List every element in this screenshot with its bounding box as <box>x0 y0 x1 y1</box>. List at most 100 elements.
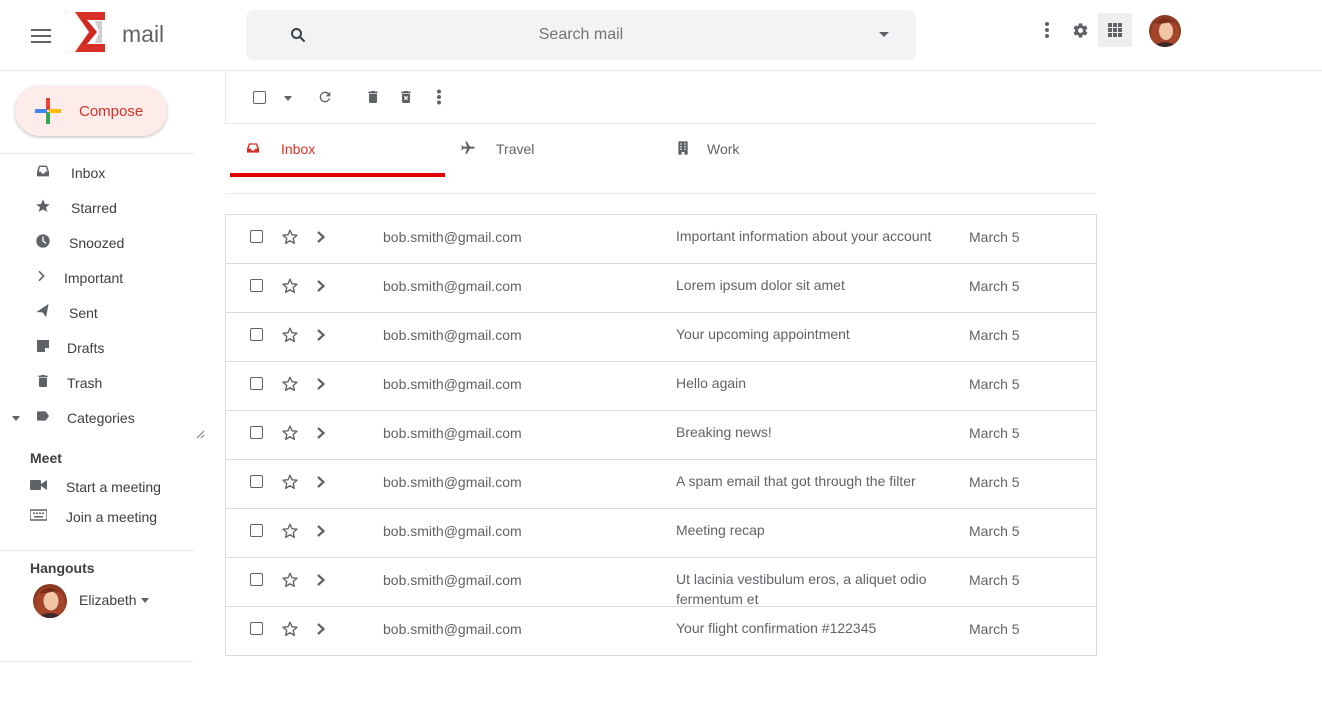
hangouts-dropdown-caret-icon[interactable] <box>141 598 149 603</box>
email-row[interactable]: bob.smith@gmail.com A spam email that go… <box>225 459 1097 509</box>
inbox-icon <box>37 165 49 177</box>
email-row[interactable]: bob.smith@gmail.com Your upcoming appoin… <box>225 312 1097 362</box>
email-checkbox[interactable] <box>250 377 263 390</box>
delete-icon[interactable] <box>365 89 381 105</box>
email-date: March 5 <box>969 621 1020 637</box>
email-checkbox[interactable] <box>250 279 263 292</box>
star-outline-icon[interactable] <box>281 228 299 246</box>
sidebar-item-snoozed[interactable]: Snoozed <box>0 224 194 259</box>
important-marker-icon[interactable] <box>314 475 328 489</box>
email-row[interactable]: bob.smith@gmail.com Lorem ipsum dolor si… <box>225 263 1097 313</box>
top-bar: mail <box>0 0 1322 71</box>
star-icon <box>36 199 50 212</box>
meet-item-label: Join a meeting <box>66 509 158 525</box>
email-row[interactable]: bob.smith@gmail.com Hello again March 5 <box>225 361 1097 411</box>
tab-travel[interactable]: Travel <box>445 124 660 178</box>
star-outline-icon[interactable] <box>281 277 299 295</box>
tab-label: Travel <box>496 141 535 157</box>
hangouts-user-name[interactable]: Elizabeth <box>79 592 137 608</box>
delete-forever-icon[interactable] <box>398 89 414 105</box>
important-marker-icon[interactable] <box>314 328 328 342</box>
email-sender: bob.smith@gmail.com <box>383 572 522 588</box>
sidebar-item-trash[interactable]: Trash <box>0 364 194 399</box>
email-checkbox[interactable] <box>250 475 263 488</box>
send-icon <box>36 303 49 318</box>
email-subject: Meeting recap <box>676 522 765 538</box>
search-options-caret-icon[interactable] <box>879 32 889 37</box>
email-row[interactable]: bob.smith@gmail.com Important informatio… <box>225 214 1097 264</box>
email-checkbox[interactable] <box>250 573 263 586</box>
hangouts-user-avatar[interactable] <box>33 584 67 618</box>
important-marker-icon[interactable] <box>314 573 328 587</box>
important-marker-icon[interactable] <box>314 230 328 244</box>
plus-icon <box>35 98 61 124</box>
more-vert-icon[interactable] <box>431 89 447 105</box>
email-subject: Lorem ipsum dolor sit amet <box>676 277 845 293</box>
sidebar-item-starred[interactable]: Starred <box>0 189 194 224</box>
email-subject: A spam email that got through the filter <box>676 473 916 489</box>
star-outline-icon[interactable] <box>281 571 299 589</box>
sidebar-item-label: Categories <box>67 410 135 426</box>
email-row[interactable]: bob.smith@gmail.com Your flight confirma… <box>225 606 1097 656</box>
search-icon[interactable] <box>290 27 306 43</box>
sidebar-item-categories[interactable]: Categories <box>0 399 194 434</box>
email-sender: bob.smith@gmail.com <box>383 376 522 392</box>
email-date: March 5 <box>969 327 1020 343</box>
account-avatar[interactable] <box>1149 15 1181 47</box>
email-sender: bob.smith@gmail.com <box>383 327 522 343</box>
search-bar <box>246 10 916 60</box>
sidebar-divider <box>0 550 194 551</box>
sidebar-item-label: Important <box>64 270 124 286</box>
star-outline-icon[interactable] <box>281 326 299 344</box>
start-meeting-button[interactable]: Start a meeting <box>0 472 194 500</box>
compose-button[interactable]: Compose <box>15 86 167 136</box>
star-outline-icon[interactable] <box>281 522 299 540</box>
email-date: March 5 <box>969 376 1020 392</box>
star-outline-icon[interactable] <box>281 620 299 638</box>
email-checkbox[interactable] <box>250 230 263 243</box>
compose-label: Compose <box>79 103 144 120</box>
important-marker-icon[interactable] <box>314 524 328 538</box>
tab-inbox[interactable]: Inbox <box>230 124 445 178</box>
meet-section-title: Meet <box>30 450 62 466</box>
star-outline-icon[interactable] <box>281 375 299 393</box>
tab-work[interactable]: Work <box>660 124 875 178</box>
email-row[interactable]: bob.smith@gmail.com Ut lacinia vestibulu… <box>225 557 1097 607</box>
email-date: March 5 <box>969 474 1020 490</box>
email-date: March 5 <box>969 572 1020 588</box>
email-checkbox[interactable] <box>250 622 263 635</box>
select-all-checkbox[interactable] <box>253 91 266 104</box>
email-list: bob.smith@gmail.com Important informatio… <box>225 214 1097 656</box>
gear-icon[interactable] <box>1072 22 1089 39</box>
email-sender: bob.smith@gmail.com <box>383 278 522 294</box>
email-row[interactable]: bob.smith@gmail.com Breaking news! March… <box>225 410 1097 460</box>
star-outline-icon[interactable] <box>281 473 299 491</box>
tab-label: Work <box>707 141 740 157</box>
email-checkbox[interactable] <box>250 524 263 537</box>
resize-handle-icon[interactable] <box>196 430 205 439</box>
more-vert-icon[interactable] <box>1040 22 1054 40</box>
email-checkbox[interactable] <box>250 426 263 439</box>
sidebar-item-drafts[interactable]: Drafts <box>0 329 194 364</box>
join-meeting-button[interactable]: Join a meeting <box>0 502 194 530</box>
select-options-caret-icon[interactable] <box>284 96 292 101</box>
main-menu-icon[interactable] <box>31 29 51 43</box>
important-marker-icon[interactable] <box>314 377 328 391</box>
sidebar-item-inbox[interactable]: Inbox <box>0 154 194 189</box>
important-marker-icon[interactable] <box>314 622 328 636</box>
search-input[interactable] <box>366 22 796 48</box>
email-checkbox[interactable] <box>250 328 263 341</box>
sidebar-item-sent[interactable]: Sent <box>0 294 194 329</box>
email-date: March 5 <box>969 229 1020 245</box>
logo-icon <box>75 12 105 52</box>
refresh-icon[interactable] <box>317 89 333 105</box>
email-row[interactable]: bob.smith@gmail.com Meeting recap March … <box>225 508 1097 558</box>
sidebar-item-important[interactable]: Important <box>0 259 194 294</box>
expand-caret-icon[interactable] <box>12 416 20 421</box>
email-subject: Ut lacinia vestibulum eros, a aliquet od… <box>676 571 927 607</box>
draft-icon <box>37 340 49 352</box>
important-marker-icon[interactable] <box>314 426 328 440</box>
star-outline-icon[interactable] <box>281 424 299 442</box>
important-marker-icon[interactable] <box>314 279 328 293</box>
apps-grid-icon[interactable] <box>1098 13 1132 47</box>
